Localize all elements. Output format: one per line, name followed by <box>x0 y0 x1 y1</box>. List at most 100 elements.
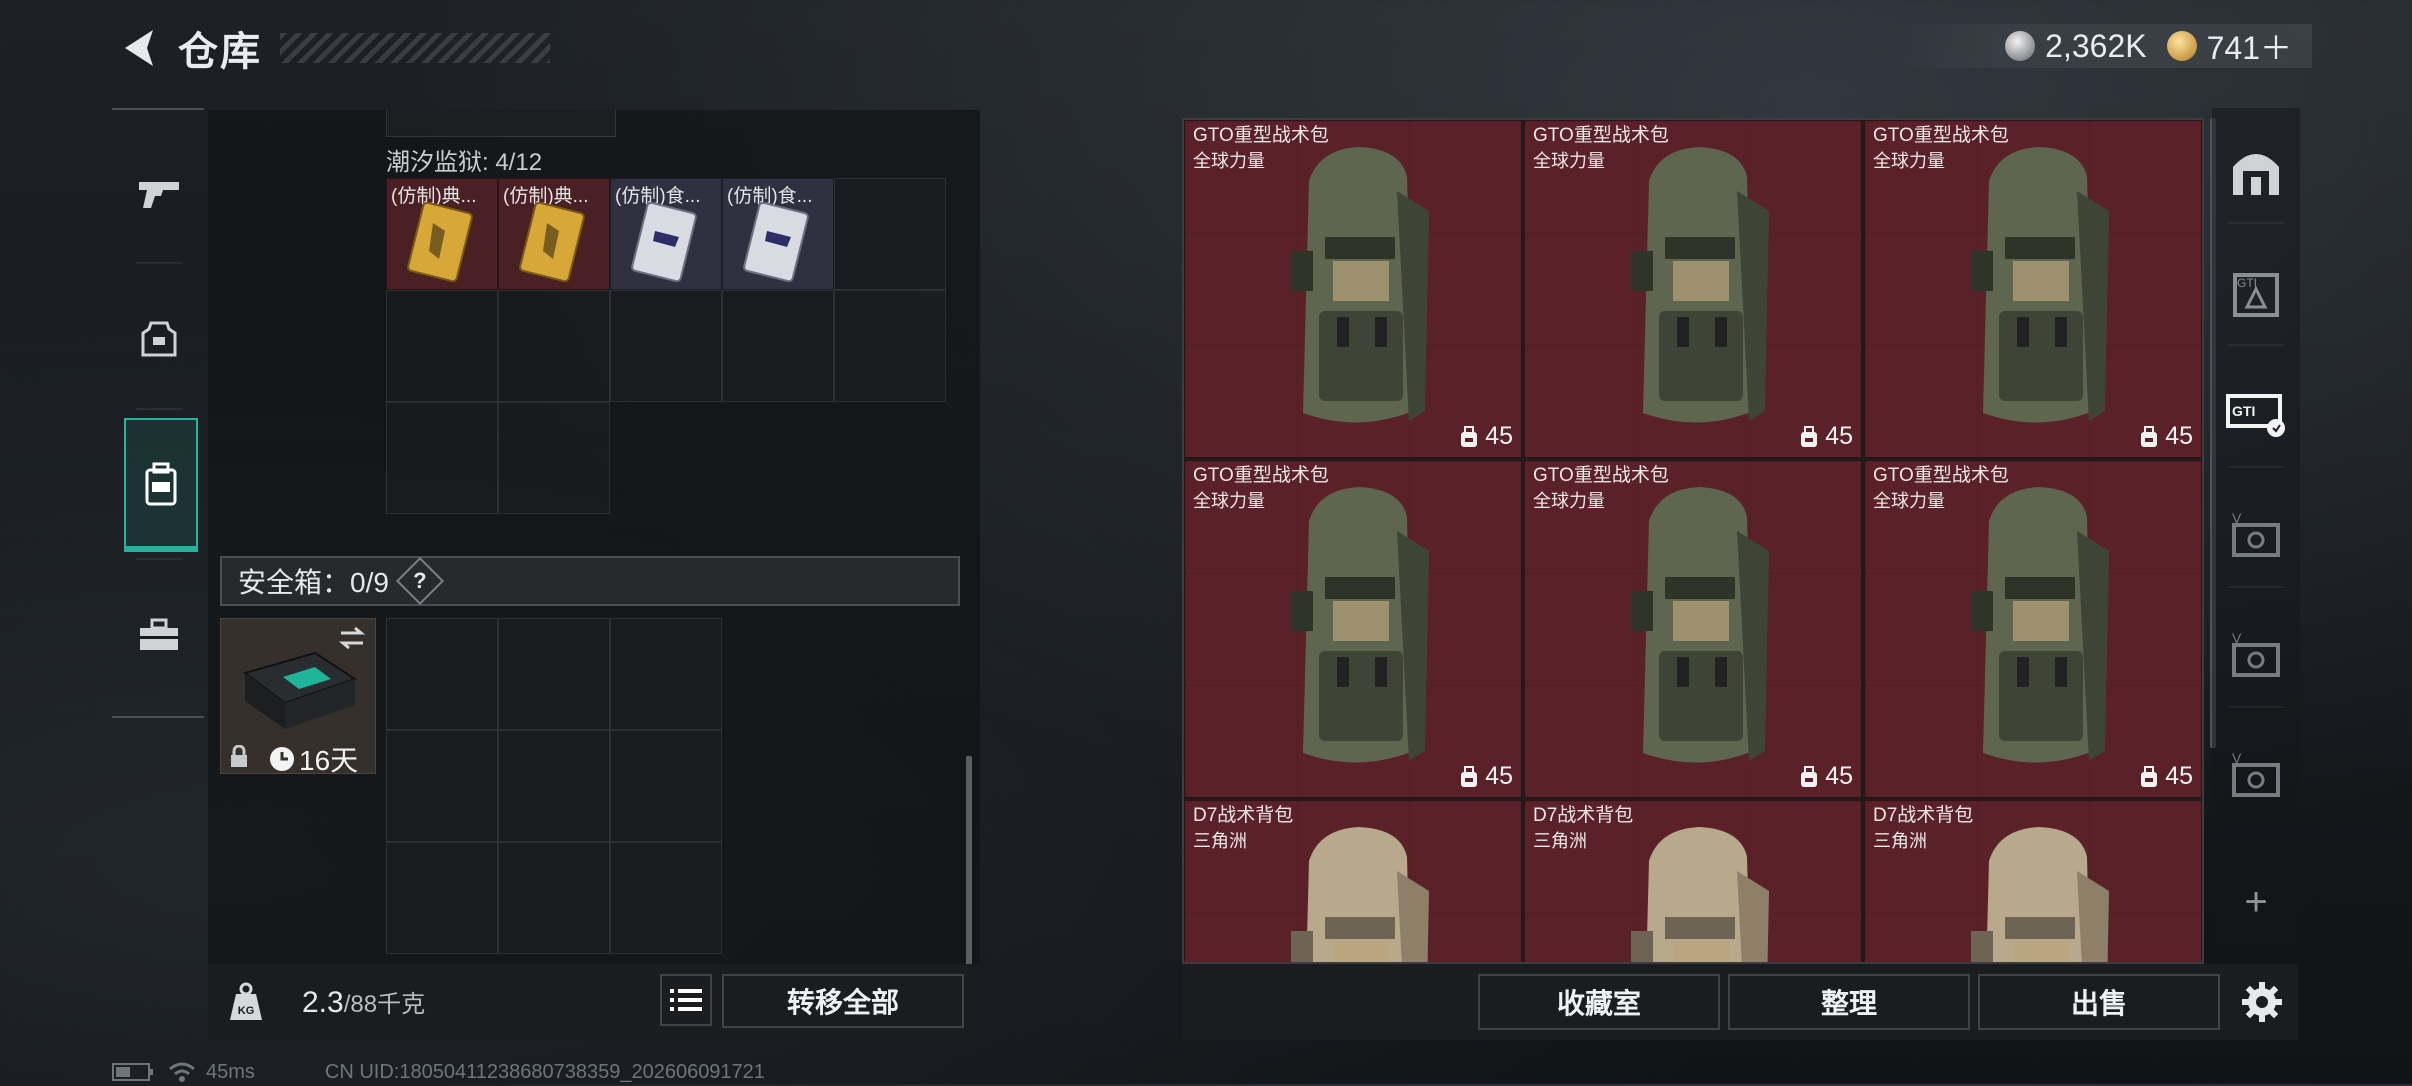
safe-slot[interactable] <box>386 730 498 842</box>
stash-tab-6[interactable]: V <box>2222 742 2290 810</box>
container-grid: (仿制)典... (仿制)典... (仿制)食... (仿制)食... <box>386 178 954 518</box>
item-name: GTO重型战术包 <box>1533 125 1669 146</box>
item-name: GTO重型战术包 <box>1193 125 1329 146</box>
item-faction: 三角洲 <box>1193 831 1247 851</box>
weight-icon: KG <box>230 982 262 1020</box>
safe-slot[interactable] <box>498 842 610 954</box>
svg-text:V: V <box>2232 511 2242 526</box>
item-name: D7战术背包 <box>1193 805 1294 826</box>
stash-item[interactable]: GTO重型战术包 全球力量 45 <box>1184 120 1522 458</box>
safe-box-timer: 16天 <box>269 739 358 779</box>
sidebar-item-armor[interactable] <box>124 274 194 404</box>
container-item[interactable]: (仿制)食... <box>722 178 834 290</box>
item-name: GTO重型战术包 <box>1193 465 1329 486</box>
currency-bar: 2,362K 741＋ <box>1890 24 2312 68</box>
safe-slot[interactable] <box>498 618 610 730</box>
empty-slot[interactable] <box>386 290 498 402</box>
stash-item[interactable]: D7战术背包 三角洲 <box>1184 800 1522 962</box>
lock-icon <box>231 745 247 767</box>
svg-text:GTI: GTI <box>2237 276 2257 290</box>
gold-coin-icon <box>2166 31 2197 61</box>
back-button[interactable] <box>110 21 164 75</box>
stash-footer: 收藏室 整理 出售 <box>1182 964 2298 1040</box>
container-section-label: 潮汐监狱: 4/12 <box>386 149 543 176</box>
container-item[interactable]: (仿制)典... <box>498 178 610 290</box>
empty-slot[interactable] <box>386 402 498 514</box>
v-box-icon: V <box>2232 631 2280 677</box>
stash-tab-main[interactable] <box>2222 138 2290 206</box>
stash-item[interactable]: D7战术背包 三角洲 <box>1864 800 2202 962</box>
safe-box-item[interactable]: 16天 <box>220 618 376 776</box>
gti-bag-icon: GTI <box>2233 273 2279 317</box>
sidebar-item-backpacks[interactable] <box>124 418 198 552</box>
header: 仓库 <box>110 18 550 78</box>
ping-text: 45ms <box>206 1060 255 1083</box>
stash-tab-icon <box>2233 154 2279 195</box>
svg-text:KG: KG <box>238 1005 255 1017</box>
organize-button[interactable]: 整理 <box>1728 974 1970 1030</box>
weight-max: /88千克 <box>343 991 426 1018</box>
stash-tab-5[interactable]: V <box>2222 622 2290 690</box>
silver-amount: 2,362K <box>2045 27 2147 64</box>
backpack-icon <box>1971 147 2109 423</box>
capacity-value: 45 <box>1825 762 1853 790</box>
empty-slot[interactable] <box>610 290 722 402</box>
help-icon: ? <box>413 567 427 593</box>
stash-item[interactable]: GTO重型战术包 全球力量 45 <box>1184 460 1522 798</box>
silver-currency[interactable]: 2,362K <box>2005 27 2147 65</box>
stash-item[interactable]: GTO重型战术包 全球力量 45 <box>1524 460 1862 798</box>
stash-item[interactable]: D7战术背包 三角洲 <box>1524 800 1862 962</box>
gold-currency[interactable]: 741＋ <box>2166 23 2292 69</box>
list-view-button[interactable] <box>660 974 712 1026</box>
status-bar: 45ms CN UID:18050411238680738359_2026060… <box>112 1058 765 1086</box>
container-item[interactable]: (仿制)食... <box>610 178 722 290</box>
silver-card-icon <box>631 201 697 283</box>
item-faction: 三角洲 <box>1533 831 1587 851</box>
safe-box-header: 安全箱：0/9 ? <box>220 556 960 606</box>
item-name: GTO重型战术包 <box>1533 465 1669 486</box>
safe-slot[interactable] <box>610 730 722 842</box>
item-name: D7战术背包 <box>1533 805 1634 826</box>
backpack-icon <box>1631 827 1769 962</box>
collection-room-button[interactable]: 收藏室 <box>1478 974 1720 1030</box>
backpack-small-icon <box>1801 765 1818 787</box>
safe-slot[interactable] <box>498 730 610 842</box>
help-button[interactable]: ? <box>395 556 444 606</box>
safe-box-label: 安全箱：0/9 <box>238 567 389 598</box>
stash-tab-2[interactable]: GTI <box>2222 260 2290 328</box>
sell-button[interactable]: 出售 <box>1978 974 2220 1030</box>
item-capacity: 45 <box>1799 422 1853 451</box>
silver-coin-icon <box>2005 31 2036 61</box>
empty-slot[interactable] <box>498 402 610 514</box>
sidebar-item-tools[interactable] <box>124 570 194 700</box>
capacity-value: 45 <box>1825 422 1853 450</box>
stash-tab-4[interactable]: V <box>2222 502 2290 570</box>
add-tab-button[interactable]: + <box>2222 868 2290 936</box>
left-scrollbar[interactable] <box>966 756 972 966</box>
safe-slot[interactable] <box>386 842 498 954</box>
empty-slot[interactable] <box>834 178 946 290</box>
stash-item[interactable]: GTO重型战术包 全球力量 45 <box>1864 460 2202 798</box>
capacity-value: 45 <box>2165 762 2193 790</box>
stash-item[interactable]: GTO重型战术包 全球力量 45 <box>1864 120 2202 458</box>
transfer-all-button[interactable]: 转移全部 <box>722 974 964 1028</box>
safe-slot[interactable] <box>610 842 722 954</box>
title-decoration <box>280 33 550 63</box>
safe-slot[interactable] <box>386 618 498 730</box>
container-item[interactable]: (仿制)典... <box>386 178 498 290</box>
settings-button[interactable] <box>2236 976 2288 1028</box>
capacity-value: 45 <box>1485 762 1513 790</box>
stash-grid: GTO重型战术包 全球力量 45 GTO重型战术包 全球力量 45 GTO重型战术包 全球力量… <box>1182 118 2204 964</box>
stash-item[interactable]: GTO重型战术包 全球力量 45 <box>1524 120 1862 458</box>
stash-tab-3[interactable]: GTI <box>2222 382 2290 450</box>
empty-slot[interactable] <box>834 290 946 402</box>
safe-slot[interactable] <box>610 618 722 730</box>
empty-slot[interactable] <box>722 290 834 402</box>
sidebar-item-weapons[interactable] <box>124 128 194 258</box>
backpack-small-icon <box>1801 425 1818 447</box>
gear-icon <box>2242 982 2282 1022</box>
item-faction: 全球力量 <box>1873 491 1945 511</box>
partial-grid-row <box>386 110 616 137</box>
empty-slot[interactable] <box>498 290 610 402</box>
backpack-small-icon <box>2141 765 2158 787</box>
